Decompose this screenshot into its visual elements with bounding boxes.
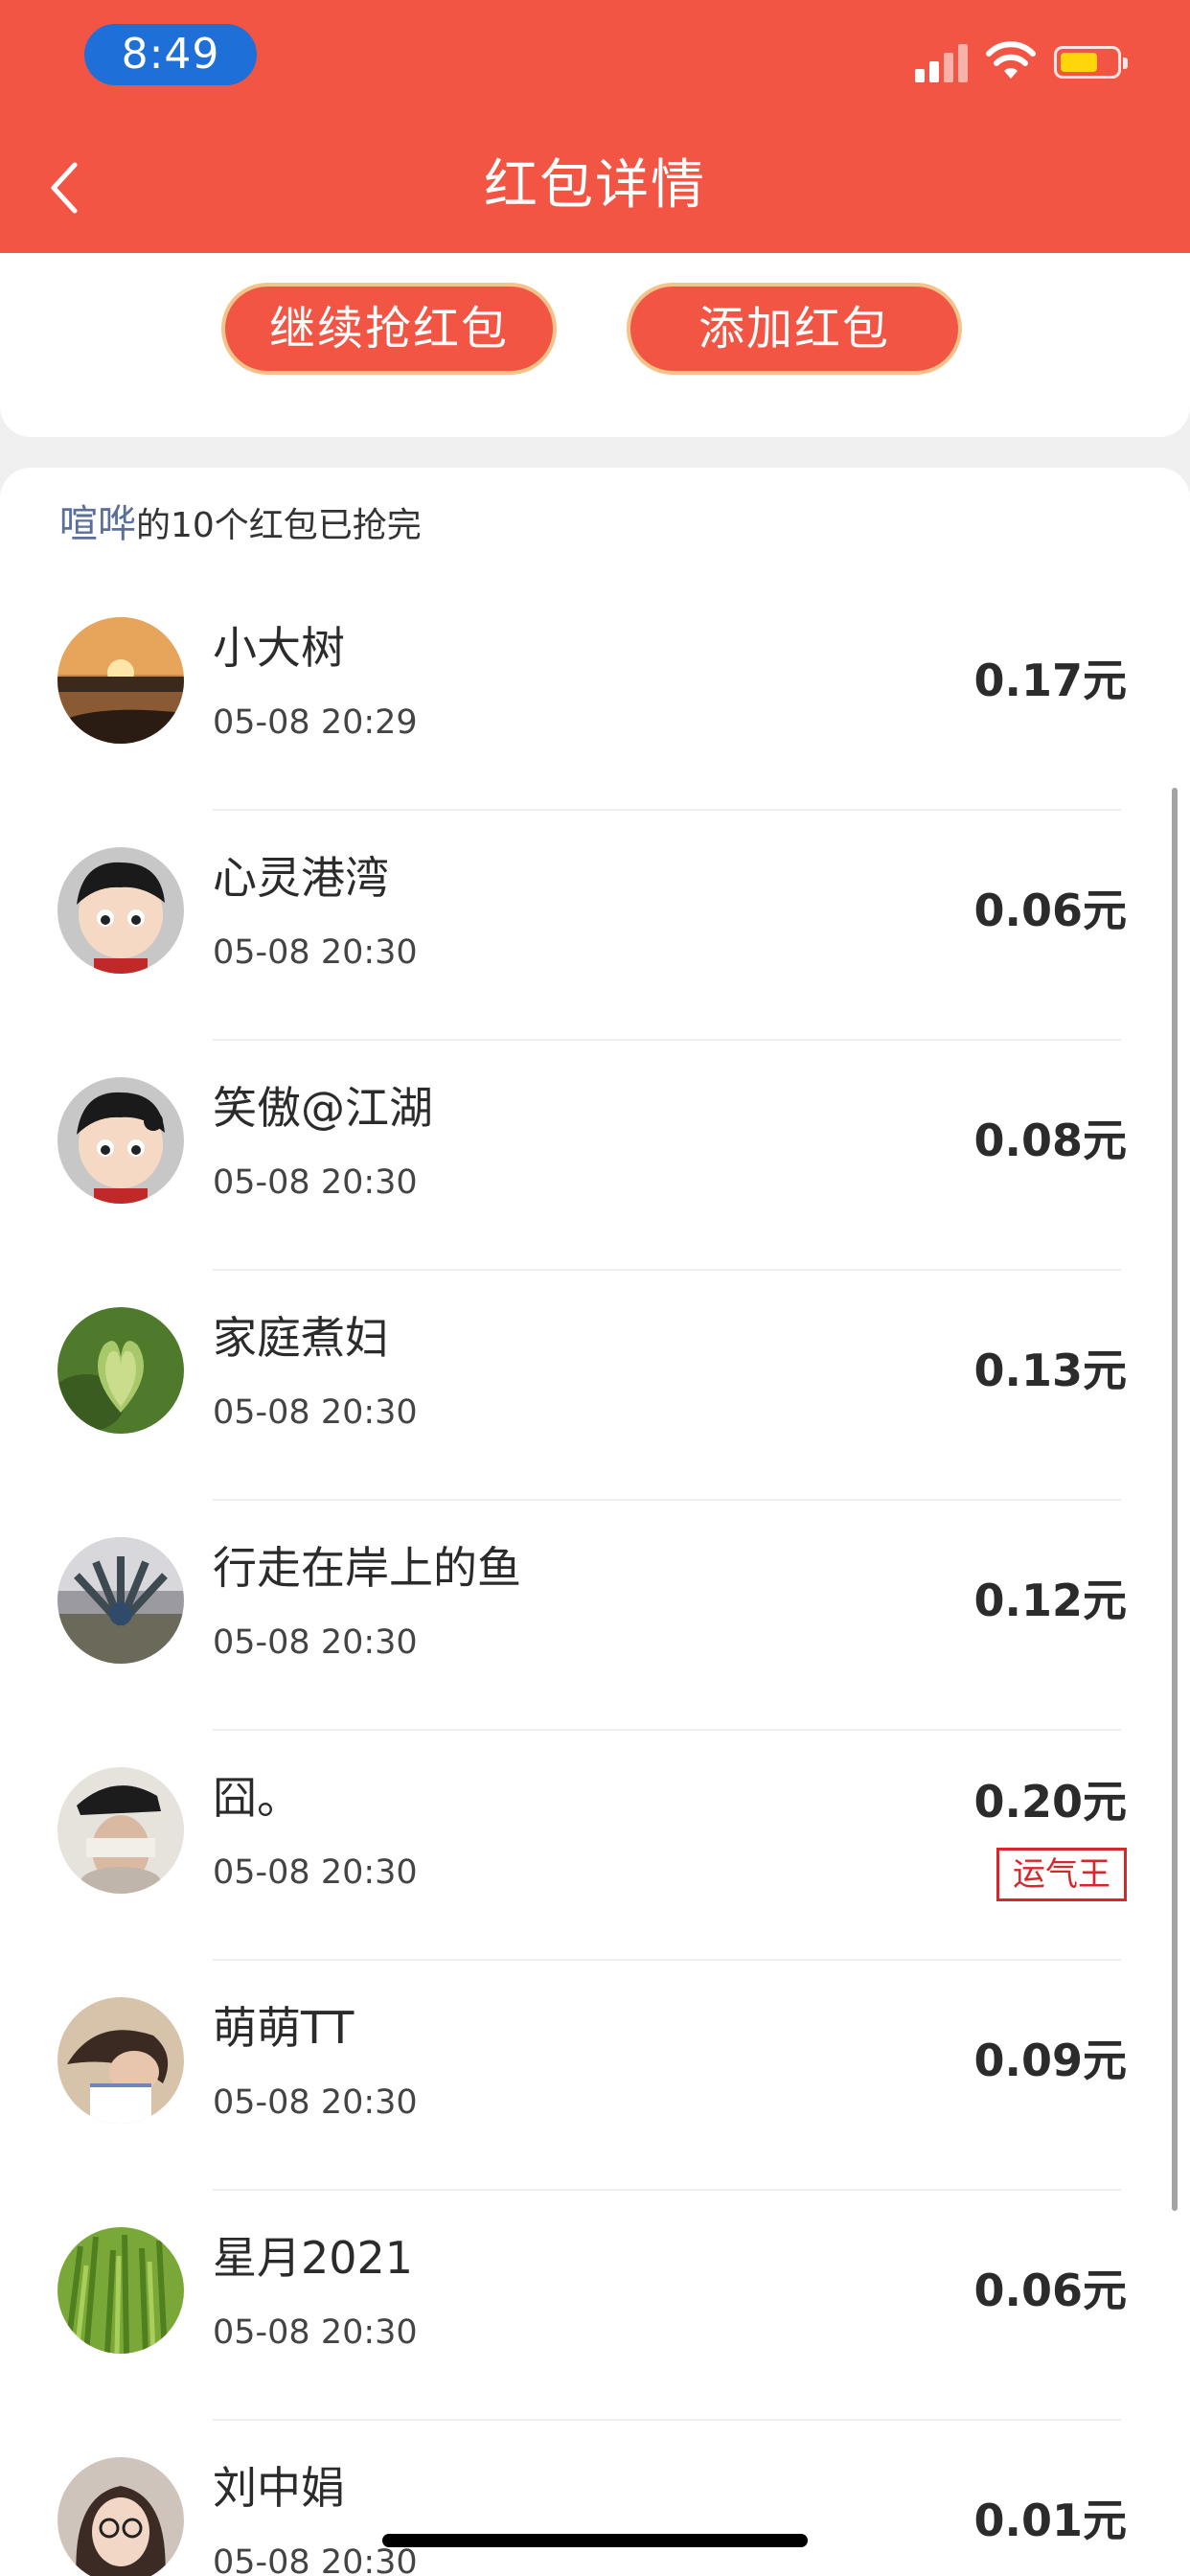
avatar[interactable] (57, 2227, 184, 2354)
amount: 0.01元 (973, 2495, 1128, 2546)
avatar[interactable] (57, 1767, 184, 1894)
grab-time: 05-08 20:30 (213, 1163, 418, 1202)
list-item[interactable]: 萌萌TT 05-08 20:30 0.09元 (0, 1961, 1190, 2191)
list-item[interactable]: 星月2021 05-08 20:30 0.06元 (0, 2191, 1190, 2421)
summary-label: 的10个红包已抢完 (136, 506, 422, 545)
recipient-name: 小大树 (213, 622, 345, 674)
list-item[interactable]: 家庭煮妇 05-08 20:30 0.13元 (0, 1271, 1190, 1501)
recipient-name: 萌萌TT (213, 2002, 355, 2054)
list-item[interactable]: 行走在岸上的鱼 05-08 20:30 0.12元 (0, 1501, 1190, 1731)
amount: 0.09元 (973, 2035, 1128, 2086)
recipient-name: 笑傲@江湖 (213, 1082, 433, 1134)
amount: 0.13元 (973, 1345, 1128, 1396)
grab-time: 05-08 20:29 (213, 703, 418, 742)
wifi-icon (986, 41, 1036, 79)
scrollbar[interactable] (1172, 788, 1178, 2211)
amount: 0.06元 (973, 2265, 1128, 2316)
sender-name[interactable]: 喧哗 (59, 502, 136, 546)
grab-time: 05-08 20:30 (213, 933, 418, 972)
home-indicator[interactable] (382, 2534, 808, 2547)
recipient-list: 喧哗的10个红包已抢完 小大树 05-08 20:29 0.17元 心灵港湾 0… (0, 468, 1190, 2576)
avatar[interactable] (57, 2457, 184, 2576)
status-time: 8:49 (84, 24, 257, 85)
list-item[interactable]: 小大树 05-08 20:29 0.17元 (0, 581, 1190, 811)
list-item[interactable]: 笑傲@江湖 05-08 20:30 0.08元 (0, 1041, 1190, 1271)
recipient-name: 刘中娟 (213, 2462, 345, 2514)
avatar[interactable] (57, 1307, 184, 1434)
cellular-signal-icon (915, 42, 969, 82)
continue-grab-button[interactable]: 继续抢红包 (221, 283, 557, 375)
amount: 0.17元 (973, 655, 1128, 706)
amount: 0.08元 (973, 1115, 1128, 1166)
list-item[interactable]: 囧。 05-08 20:30 0.20元 运气王 (0, 1731, 1190, 1961)
page-title: 红包详情 (484, 154, 706, 217)
red-packet-detail-screen: 8:49 红包详情 继续抢红包 添加红包 喧哗的10个红包已抢完 小大树 05-… (0, 0, 1190, 2576)
add-red-packet-button[interactable]: 添加红包 (627, 283, 962, 375)
grab-time: 05-08 20:30 (213, 1393, 418, 1432)
avatar[interactable] (57, 1537, 184, 1664)
recipient-name: 心灵港湾 (213, 852, 389, 904)
list-item[interactable]: 心灵港湾 05-08 20:30 0.06元 (0, 811, 1190, 1041)
recipient-name: 星月2021 (213, 2232, 414, 2284)
recipient-name: 行走在岸上的鱼 (213, 1542, 521, 1594)
grab-time: 05-08 20:30 (213, 1853, 418, 1892)
grab-time: 05-08 20:30 (213, 2313, 418, 2352)
recipient-name: 囧。 (213, 1772, 301, 1824)
list-item[interactable]: 刘中娟 05-08 20:30 0.01元 (0, 2421, 1190, 2576)
amount: 0.12元 (973, 1575, 1128, 1626)
avatar[interactable] (57, 847, 184, 974)
grab-time: 05-08 20:30 (213, 1623, 418, 1662)
recipient-name: 家庭煮妇 (213, 1312, 389, 1364)
action-card: 继续抢红包 添加红包 (0, 253, 1190, 437)
summary-text: 喧哗的10个红包已抢完 (59, 500, 422, 550)
amount: 0.06元 (973, 885, 1128, 936)
header: 8:49 红包详情 (0, 0, 1190, 253)
amount: 0.20元 (973, 1776, 1128, 1828)
avatar[interactable] (57, 1997, 184, 2124)
grab-time: 05-08 20:30 (213, 2083, 418, 2122)
avatar[interactable] (57, 1077, 184, 1204)
avatar[interactable] (57, 617, 184, 744)
luck-king-badge: 运气王 (996, 1848, 1127, 1901)
battery-icon (1054, 46, 1128, 79)
